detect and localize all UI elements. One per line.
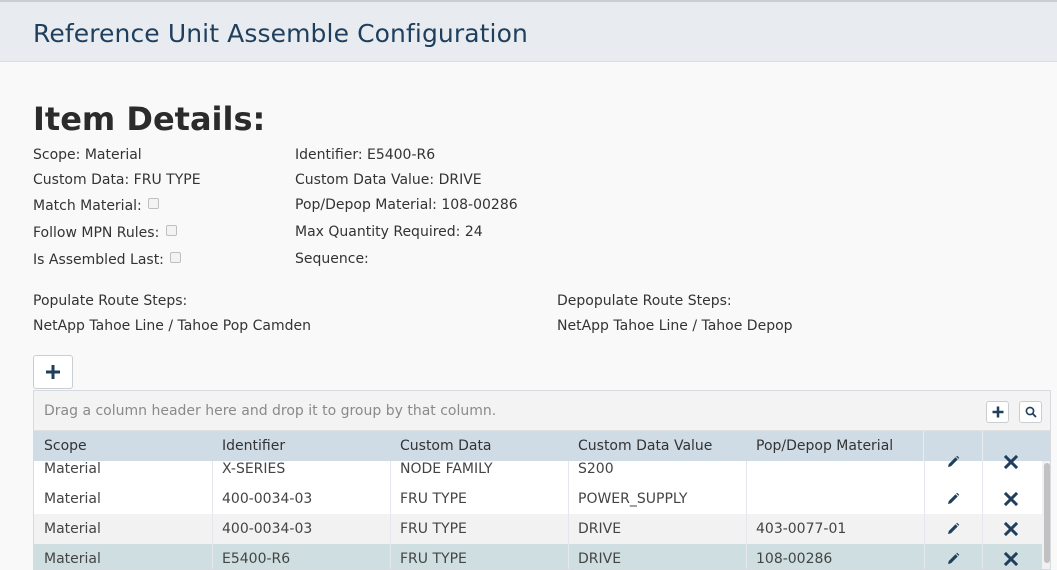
assembled-last-checkbox[interactable]	[170, 252, 182, 263]
edit-button[interactable]	[924, 514, 982, 544]
column-divider	[982, 461, 983, 569]
identifier-field: Identifier: E5400-R6	[295, 147, 436, 163]
grid-search-button[interactable]	[1019, 401, 1042, 423]
plus-icon	[46, 365, 60, 379]
assembled-last-label: Is Assembled Last:	[33, 252, 164, 268]
pop-depop-field: Pop/Depop Material: 108-00286	[295, 197, 518, 213]
cell-identifier: X-SERIES	[222, 461, 286, 477]
data-grid: Drag a column header here and drop it to…	[33, 390, 1051, 570]
populate-route-label: Populate Route Steps:	[33, 293, 188, 309]
grid-add-button[interactable]	[986, 401, 1009, 423]
assembled-last-field: Is Assembled Last:	[33, 252, 182, 268]
x-icon	[1004, 492, 1018, 506]
cell-pop-depop: 403-0077-01	[756, 521, 847, 537]
cell-scope: Material	[44, 491, 101, 507]
column-divider	[746, 461, 747, 569]
table-row[interactable]: Material X-SERIES NODE FAMILY S200	[34, 454, 1042, 484]
add-row-button[interactable]	[33, 355, 73, 389]
x-icon	[1004, 522, 1018, 536]
match-material-field: Match Material:	[33, 198, 160, 214]
sequence-field: Sequence:	[295, 251, 369, 267]
cell-custom-data: FRU TYPE	[400, 491, 467, 507]
column-divider	[568, 461, 569, 569]
follow-mpn-label: Follow MPN Rules:	[33, 225, 160, 241]
edit-button[interactable]	[924, 544, 982, 569]
x-icon	[1004, 552, 1018, 566]
cell-custom-data-value: S200	[578, 461, 614, 477]
cell-pop-depop	[746, 484, 756, 514]
scope-field: Scope: Material	[33, 147, 142, 163]
cell-custom-data: FRU TYPE	[400, 551, 467, 567]
cell-custom-data-value: POWER_SUPPLY	[578, 491, 688, 507]
item-details-title: Item Details:	[33, 100, 266, 138]
edit-button[interactable]	[924, 484, 982, 514]
edit-button[interactable]	[924, 447, 982, 477]
grid-scrollbar[interactable]	[1042, 461, 1050, 569]
column-divider	[212, 461, 213, 569]
search-icon	[1025, 406, 1037, 418]
match-material-label: Match Material:	[33, 198, 142, 214]
page-header: Reference Unit Assemble Configuration	[0, 2, 1057, 62]
delete-button[interactable]	[982, 514, 1040, 544]
cell-custom-data-value: DRIVE	[578, 551, 622, 567]
cell-identifier: 400-0034-03	[222, 491, 313, 507]
table-row-selected[interactable]: Material E5400-R6 FRU TYPE DRIVE 108-002…	[34, 544, 1042, 569]
column-divider	[390, 461, 391, 569]
pencil-icon	[948, 455, 960, 467]
cell-scope: Material	[44, 521, 101, 537]
cell-identifier: 400-0034-03	[222, 521, 313, 537]
cell-custom-data: NODE FAMILY	[400, 461, 493, 477]
max-qty-field: Max Quantity Required: 24	[295, 224, 483, 240]
table-row[interactable]: Material 400-0034-03 FRU TYPE POWER_SUPP…	[34, 484, 1042, 514]
delete-button[interactable]	[982, 484, 1040, 514]
cell-pop-depop: 108-00286	[756, 551, 833, 567]
follow-mpn-field: Follow MPN Rules:	[33, 225, 177, 241]
cell-scope: Material	[44, 551, 101, 567]
follow-mpn-checkbox[interactable]	[165, 225, 177, 236]
cell-pop-depop	[746, 454, 756, 484]
pencil-icon	[948, 552, 960, 564]
table-row[interactable]: Material 400-0034-03 FRU TYPE DRIVE 403-…	[34, 514, 1042, 544]
cell-scope: Material	[44, 461, 101, 477]
scroll-thumb[interactable]	[1044, 463, 1050, 563]
group-panel[interactable]: Drag a column header here and drop it to…	[34, 391, 1050, 431]
x-icon	[1004, 455, 1018, 469]
depopulate-route-label: Depopulate Route Steps:	[557, 293, 732, 309]
delete-button[interactable]	[982, 447, 1040, 477]
cell-identifier: E5400-R6	[222, 551, 291, 567]
delete-button[interactable]	[982, 544, 1040, 569]
match-material-checkbox[interactable]	[148, 198, 160, 209]
pencil-icon	[948, 492, 960, 504]
column-divider	[924, 461, 925, 569]
populate-route-value: NetApp Tahoe Line / Tahoe Pop Camden	[33, 318, 312, 334]
custom-data-field: Custom Data: FRU TYPE	[33, 172, 201, 188]
cell-custom-data: FRU TYPE	[400, 521, 467, 537]
group-hint: Drag a column header here and drop it to…	[44, 403, 497, 419]
plus-icon	[992, 406, 1003, 418]
pencil-icon	[948, 522, 960, 534]
depopulate-route-value: NetApp Tahoe Line / Tahoe Depop	[557, 318, 793, 334]
page-title: Reference Unit Assemble Configuration	[33, 19, 528, 48]
cell-custom-data-value: DRIVE	[578, 521, 622, 537]
custom-data-value-field: Custom Data Value: DRIVE	[295, 172, 482, 188]
